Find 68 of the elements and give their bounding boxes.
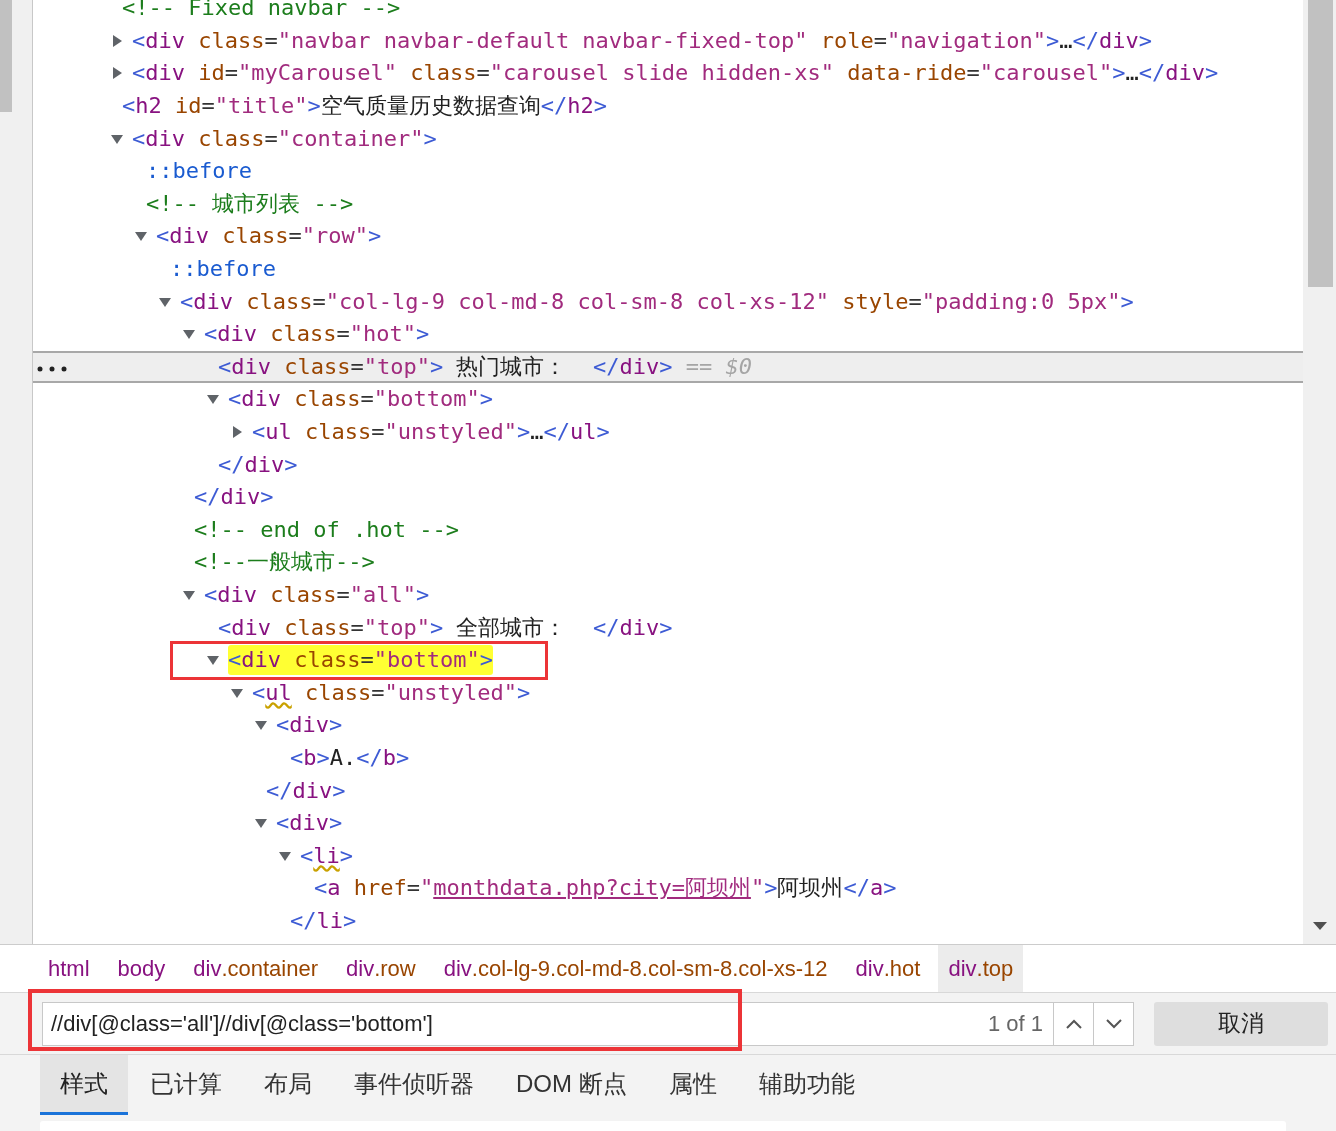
collapsed-triangle-icon[interactable] [231,426,243,438]
dom-node-line[interactable]: <b>A.</b> [290,742,410,773]
dom-node-line[interactable]: <h2 id="title">空气质量历史数据查询</h2> [122,91,607,122]
collapsed-triangle-icon[interactable] [111,67,123,80]
dom-node-line[interactable]: <div class="all"> [204,580,430,610]
dom-node-line[interactable]: <!-- end of .hot --> [194,514,459,545]
breadcrumb-item[interactable]: div.hot [845,945,931,992]
breadcrumb-item[interactable]: html [38,945,100,992]
dom-node-line[interactable]: <div class="hot"> [204,319,430,350]
expanded-triangle-icon[interactable] [207,393,219,406]
chevron-up-icon [1065,1018,1082,1029]
panel-tab[interactable]: DOM 断点 [496,1055,647,1115]
cancel-button[interactable]: 取消 [1154,1001,1328,1046]
panel-tab[interactable]: 布局 [244,1055,332,1115]
dom-node-line[interactable]: <ul class="unstyled"> [252,677,531,708]
dom-node-line[interactable]: <ul class="unstyled">…</ul> [252,417,610,447]
dom-node-line[interactable]: <div id="myCarousel" class="carousel slide hidden-xs" data-ride="carousel">…</div> [132,58,1219,89]
match-count: 1 of 1 [986,1010,1044,1038]
dom-node-line[interactable]: <!--一般城市--> [194,547,375,578]
dom-node-line[interactable]: <div class="bottom"> [228,384,493,415]
closing-tag-line[interactable]: </div> [194,482,274,513]
dom-node-line[interactable]: <div> [276,808,343,839]
expanded-triangle-icon[interactable] [111,132,123,145]
dom-node-line[interactable]: <!-- 城市列表 --> [146,188,354,219]
scrollbar[interactable] [0,0,33,944]
panel-tab[interactable]: 事件侦听器 [334,1055,494,1115]
more-dots-icon[interactable] [37,365,67,372]
dom-node-line[interactable]: <div> [276,710,343,741]
dom-node-line[interactable]: <li> [300,840,353,871]
breadcrumb-item[interactable]: div.row [336,945,426,992]
scroll-down-arrow-icon[interactable] [1312,922,1327,930]
expanded-triangle-icon[interactable] [207,654,219,667]
dom-node-line[interactable]: <div class="row"> [156,221,382,252]
expanded-triangle-icon[interactable] [159,295,171,308]
expanded-triangle-icon[interactable] [255,719,267,732]
search-field[interactable]: //div[@class='all']//div[@class='bottom'] [43,1002,978,1045]
warning-underlined-tag: li [313,842,340,868]
dom-node-line[interactable]: <div class="navbar navbar-default navbar-fixed-top" role="navigation">…</div> [132,25,1152,56]
panel-tab[interactable]: 已计算 [130,1055,242,1115]
dom-node-line[interactable]: <div class="top"> 全部城市： </div> [218,612,673,643]
scrollbar[interactable] [1303,0,1336,944]
breadcrumb-item[interactable]: div.col-lg-9.col-md-8.col-sm-8.col-xs-12 [433,945,838,992]
dom-node-line[interactable]: ::before [146,156,252,187]
warning-underlined-tag: ul [265,679,292,705]
dom-node-line[interactable]: <a href="monthdata.php?city=阿坝州">阿坝州</a> [314,873,897,904]
dom-node-line[interactable]: <div class="col-lg-9 col-md-8 col-sm-8 col-xs-12" style="padding:0 5px"> [180,286,1134,317]
search-box[interactable]: //div[@class='all']//div[@class='bottom'] 1 of 1 [42,1001,1134,1046]
dom-node-line[interactable]: ::before [170,254,276,285]
collapsed-triangle-icon[interactable] [111,34,123,47]
scrollbar-thumb[interactable] [0,0,12,112]
breadcrumb-item[interactable]: div.container [183,945,329,992]
expanded-triangle-icon[interactable] [183,328,195,341]
closing-tag-line[interactable]: </div> [218,449,298,480]
breadcrumb-item[interactable]: body [107,945,176,992]
closing-tag-line[interactable]: </div> [266,775,346,806]
chevron-down-icon [1105,1018,1122,1029]
scrollbar-thumb[interactable] [1308,0,1333,287]
expanded-triangle-icon[interactable] [135,230,147,243]
expanded-triangle-icon[interactable] [231,686,243,699]
dom-node-line[interactable]: <div class="container"> [132,123,437,154]
panel-tab[interactable]: 属性 [648,1055,737,1115]
expanded-triangle-icon[interactable] [279,849,291,862]
panel-tab[interactable]: 样式 [40,1055,128,1115]
expanded-triangle-icon[interactable] [183,589,195,601]
expanded-triangle-icon[interactable] [255,817,267,830]
panel-tab[interactable]: 辅助功能 [738,1055,875,1115]
closing-tag-line[interactable]: </li> [290,905,357,936]
breadcrumb-item[interactable]: div.top [938,945,1024,992]
